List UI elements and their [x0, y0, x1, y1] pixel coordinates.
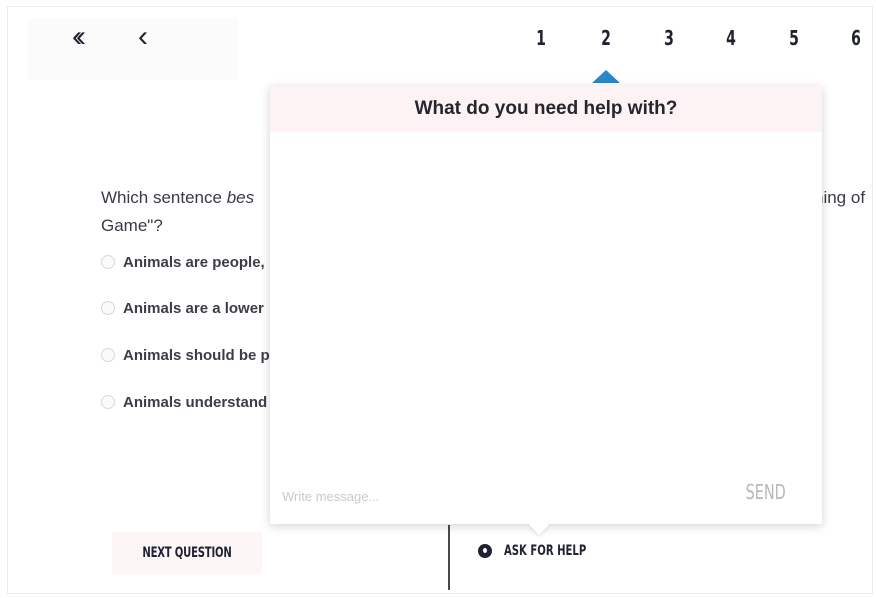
question-text-emphasis: bes — [226, 188, 255, 207]
radio-button[interactable] — [101, 395, 115, 409]
question-text-line2: Game"? — [101, 216, 163, 235]
ask-for-help-label: ASK FOR HELP — [504, 543, 587, 559]
nav-controls-area — [28, 18, 238, 80]
question-number-3[interactable]: 3 — [659, 26, 679, 50]
active-question-indicator — [592, 70, 620, 83]
option-label: Animals should be p — [123, 346, 270, 364]
send-button[interactable]: SEND — [746, 480, 786, 504]
question-number-5[interactable]: 5 — [784, 26, 804, 50]
help-popup-title: What do you need help with? — [270, 86, 822, 132]
chevron-left-icon: ‹ — [138, 20, 148, 53]
question-number-4[interactable]: 4 — [721, 26, 741, 50]
help-dot-icon — [478, 544, 492, 558]
question-number-6[interactable]: 6 — [846, 26, 866, 50]
next-question-button[interactable]: NEXT QUESTION — [112, 532, 262, 574]
message-input[interactable] — [282, 482, 702, 510]
option-label: Animals are a lower — [123, 299, 264, 317]
answer-option[interactable]: Animals are a lower — [101, 296, 264, 320]
previous-question-button[interactable]: ‹ — [138, 22, 148, 52]
question-text-start: Which sentence — [101, 188, 227, 207]
footer-divider — [448, 525, 450, 590]
help-popup-footer: SEND — [270, 472, 822, 524]
answer-option[interactable]: Animals understand — [101, 390, 267, 414]
radio-button[interactable] — [101, 301, 115, 315]
radio-button[interactable] — [101, 255, 115, 269]
first-question-button[interactable]: ‹‹ — [72, 20, 86, 53]
help-popup: What do you need help with? SEND — [270, 86, 822, 535]
radio-button[interactable] — [101, 348, 115, 362]
option-label: Animals understand — [123, 393, 268, 411]
option-label: Animals are people, — [123, 253, 265, 271]
ask-for-help-button[interactable]: ASK FOR HELP — [478, 538, 618, 564]
next-question-label: NEXT QUESTION — [142, 545, 232, 561]
answer-option[interactable]: Animals are people, — [101, 250, 265, 274]
help-message-area — [270, 132, 822, 472]
question-number-2[interactable]: 2 — [596, 26, 616, 50]
double-chevron-left-icon: ‹‹ — [72, 20, 86, 53]
question-number-1[interactable]: 1 — [531, 26, 551, 50]
answer-option[interactable]: Animals should be p — [101, 343, 270, 367]
